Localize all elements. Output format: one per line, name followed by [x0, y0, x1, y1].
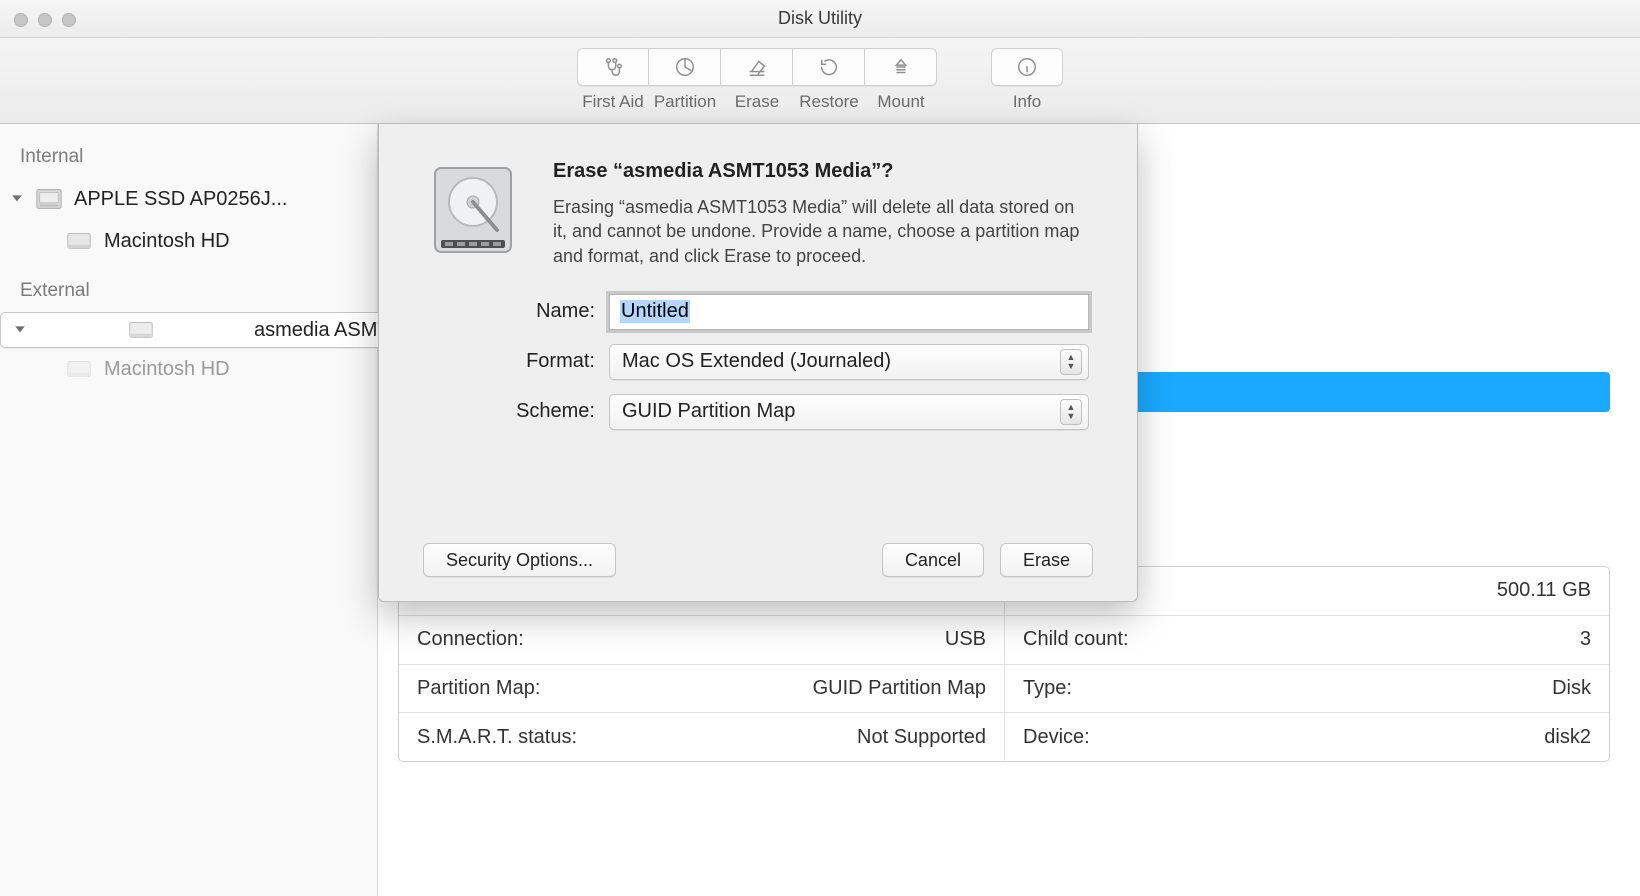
- sidebar-item-internal-disk[interactable]: APPLE SSD AP0256J...: [0, 178, 377, 220]
- sidebar-header-external: External: [0, 276, 377, 312]
- name-input[interactable]: Untitled: [609, 294, 1089, 330]
- window-controls: [14, 13, 76, 27]
- partition-button[interactable]: [649, 48, 721, 86]
- titlebar: Disk Utility: [0, 0, 1640, 38]
- volume-icon: [64, 354, 94, 384]
- erase-toolbar-label: Erase: [735, 92, 779, 112]
- stethoscope-icon: [602, 56, 624, 78]
- zoom-window-button[interactable]: [62, 13, 76, 27]
- format-value: Mac OS Extended (Journaled): [622, 350, 891, 373]
- name-label: Name:: [369, 300, 595, 323]
- first-aid-button[interactable]: [577, 48, 649, 86]
- volume-icon: [64, 226, 94, 256]
- mount-label: Mount: [877, 92, 924, 112]
- scheme-label: Scheme:: [369, 400, 595, 423]
- sidebar-item-internal-volume[interactable]: Macintosh HD: [0, 220, 377, 262]
- close-window-button[interactable]: [14, 13, 28, 27]
- sidebar-item-external-volume[interactable]: Macintosh HD: [0, 348, 377, 390]
- partition-label: Partition: [654, 92, 716, 112]
- stepper-icon: ▲▼: [1060, 349, 1082, 375]
- scheme-value: GUID Partition Map: [622, 400, 795, 423]
- format-select[interactable]: Mac OS Extended (Journaled) ▲▼: [609, 344, 1089, 380]
- info-label: Info: [1013, 92, 1041, 112]
- pie-icon: [674, 56, 696, 78]
- dialog-title: Erase “asmedia ASMT1053 Media”?: [553, 160, 1093, 183]
- mount-icon: [890, 56, 912, 78]
- restore-button[interactable]: [793, 48, 865, 86]
- usage-bar: [1132, 372, 1610, 412]
- info-row: Child count:3: [1004, 616, 1609, 665]
- sidebar-item-label: Macintosh HD: [104, 230, 230, 253]
- sidebar-item-label: Macintosh HD: [104, 358, 230, 381]
- info-icon: [1016, 56, 1038, 78]
- window-title: Disk Utility: [778, 8, 862, 29]
- info-row: Type:Disk: [1004, 665, 1609, 714]
- restore-icon: [818, 56, 840, 78]
- erase-icon: [746, 56, 768, 78]
- info-row: Partition Map:GUID Partition Map: [399, 665, 1004, 714]
- format-label: Format:: [369, 350, 595, 373]
- info-row: Device:disk2: [1004, 713, 1609, 761]
- erase-toolbar-button[interactable]: [721, 48, 793, 86]
- erase-button[interactable]: Erase: [1000, 543, 1093, 577]
- sidebar: Internal APPLE SSD AP0256J... Macintosh …: [0, 124, 378, 896]
- toolbar: First Aid Partition Erase Restore Mount: [0, 38, 1640, 124]
- mount-button[interactable]: [865, 48, 937, 86]
- name-input-value: Untitled: [620, 300, 690, 323]
- info-row: Connection:USB: [399, 616, 1004, 665]
- sidebar-header-internal: Internal: [0, 142, 377, 178]
- erase-sheet: Erase “asmedia ASMT1053 Media”? Erasing …: [378, 124, 1138, 602]
- security-options-button[interactable]: Security Options...: [423, 543, 616, 577]
- minimize-window-button[interactable]: [38, 13, 52, 27]
- disclosure-triangle-icon[interactable]: [10, 193, 24, 205]
- restore-label: Restore: [799, 92, 859, 112]
- hard-drive-icon: [423, 160, 523, 260]
- dialog-form: Name: Untitled Format: Mac OS Extended (…: [423, 294, 1093, 430]
- internal-disk-icon: [34, 184, 64, 214]
- external-disk-icon: [126, 315, 156, 345]
- info-button[interactable]: [991, 48, 1063, 86]
- info-row: S.M.A.R.T. status:Not Supported: [399, 713, 1004, 761]
- scheme-select[interactable]: GUID Partition Map ▲▼: [609, 394, 1089, 430]
- dialog-message: Erasing “asmedia ASMT1053 Media” will de…: [553, 195, 1093, 268]
- stepper-icon: ▲▼: [1060, 399, 1082, 425]
- first-aid-label: First Aid: [582, 92, 643, 112]
- cancel-button[interactable]: Cancel: [882, 543, 984, 577]
- disclosure-triangle-icon[interactable]: [13, 324, 27, 336]
- sidebar-item-label: APPLE SSD AP0256J...: [74, 188, 287, 211]
